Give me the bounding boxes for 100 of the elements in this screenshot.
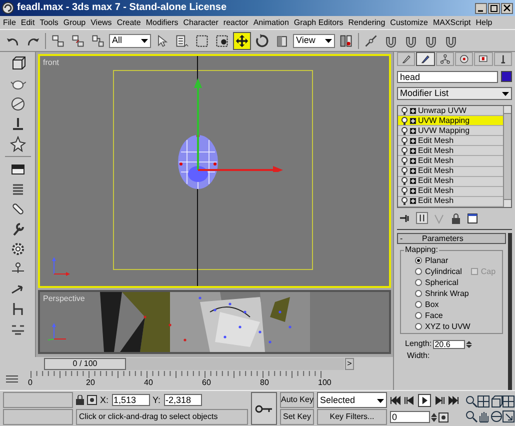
stack-item[interactable]: Edit Mesh bbox=[398, 196, 503, 207]
go-to-end-icon[interactable] bbox=[448, 396, 459, 404]
go-to-start-icon[interactable] bbox=[390, 396, 401, 404]
expand-icon[interactable] bbox=[410, 158, 416, 164]
expand-icon[interactable] bbox=[410, 168, 416, 174]
bulb-icon[interactable] bbox=[401, 106, 408, 115]
auto-key-button[interactable]: Auto Key bbox=[280, 392, 314, 408]
bulb-icon[interactable] bbox=[401, 116, 408, 125]
time-slider-thumb[interactable]: 0 / 100 bbox=[44, 358, 126, 370]
stack-item[interactable]: Edit Mesh bbox=[398, 166, 503, 177]
bulb-icon[interactable] bbox=[401, 167, 408, 176]
expand-icon[interactable] bbox=[410, 128, 416, 134]
frame-field[interactable]: 0 bbox=[390, 411, 430, 423]
zoom-icon[interactable] bbox=[465, 410, 478, 422]
radio-button[interactable] bbox=[415, 257, 422, 264]
zoom-icon[interactable] bbox=[465, 394, 478, 408]
next-frame-icon[interactable] bbox=[434, 396, 445, 404]
curve-editor-icon[interactable] bbox=[5, 374, 19, 384]
minimize-icon[interactable] bbox=[475, 2, 487, 14]
grid-icon[interactable] bbox=[502, 394, 515, 408]
lock-icon[interactable] bbox=[451, 212, 461, 224]
radio-button[interactable] bbox=[415, 268, 422, 275]
menu-item[interactable]: MAXScript bbox=[432, 18, 471, 26]
bulb-icon[interactable] bbox=[401, 197, 408, 206]
object-name-field[interactable]: head bbox=[397, 71, 498, 83]
script-field[interactable] bbox=[3, 392, 73, 408]
radio-button[interactable] bbox=[415, 312, 422, 319]
menu-item[interactable]: Rendering bbox=[348, 18, 386, 26]
expand-icon[interactable] bbox=[410, 138, 416, 144]
bulb-icon[interactable] bbox=[401, 146, 408, 155]
menu-item[interactable]: Customize bbox=[390, 18, 428, 26]
menu-item[interactable]: Modifiers bbox=[146, 18, 178, 26]
pause-icon[interactable] bbox=[416, 212, 428, 224]
stack-item[interactable]: UVW Mapping bbox=[398, 116, 503, 126]
x-field[interactable]: 1,513 bbox=[112, 394, 150, 406]
expand-icon[interactable] bbox=[410, 118, 416, 124]
stack-item[interactable]: Edit Mesh bbox=[398, 186, 503, 197]
hierarchy-icon[interactable] bbox=[436, 52, 454, 66]
bulb-icon[interactable] bbox=[401, 177, 408, 186]
maximize-icon[interactable] bbox=[488, 2, 500, 14]
radio-button[interactable] bbox=[415, 290, 422, 297]
stack-item[interactable]: Edit Mesh bbox=[398, 136, 503, 146]
next-frame-button[interactable]: > bbox=[345, 358, 354, 370]
lock-icon[interactable] bbox=[76, 395, 84, 405]
menu-item[interactable]: Views bbox=[90, 18, 112, 26]
pencil-icon[interactable] bbox=[397, 52, 416, 66]
pin-icon[interactable] bbox=[399, 212, 410, 224]
radio-button[interactable] bbox=[415, 279, 422, 286]
menu-item[interactable]: Help bbox=[476, 18, 492, 26]
scrollbar[interactable] bbox=[508, 233, 512, 390]
menu-item[interactable]: Character bbox=[183, 18, 218, 26]
scrollbar[interactable] bbox=[503, 106, 511, 207]
orbit-icon[interactable] bbox=[490, 410, 502, 422]
move-icon[interactable] bbox=[233, 32, 251, 50]
menu-item[interactable]: Animation bbox=[253, 18, 289, 26]
sphere-icon[interactable] bbox=[10, 96, 26, 112]
maximize-icon[interactable] bbox=[502, 410, 515, 422]
modifier-list-dropdown[interactable]: Modifier List bbox=[397, 87, 512, 100]
menu-item[interactable]: Group bbox=[63, 18, 86, 26]
expand-icon[interactable] bbox=[410, 178, 416, 184]
y-field[interactable]: -2,318 bbox=[164, 394, 202, 406]
rotate-icon[interactable] bbox=[253, 32, 271, 50]
expand-icon[interactable] bbox=[410, 108, 416, 114]
menu-item[interactable]: reactor bbox=[223, 18, 248, 26]
stack-item[interactable]: Edit Mesh bbox=[398, 146, 503, 156]
track-bar[interactable]: 0 20 40 60 80 100 bbox=[24, 370, 379, 388]
hand-icon[interactable] bbox=[477, 410, 490, 422]
play-icon[interactable] bbox=[418, 394, 431, 406]
coordinate-system-dropdown[interactable]: View bbox=[293, 34, 335, 48]
grid-icon[interactable] bbox=[477, 394, 490, 408]
selection-filter-dropdown[interactable]: All bbox=[109, 34, 151, 48]
radio-button[interactable] bbox=[415, 323, 422, 330]
previous-frame-icon[interactable] bbox=[404, 396, 415, 404]
time-config-icon[interactable] bbox=[438, 412, 449, 422]
set-key-button[interactable]: Set Key bbox=[280, 409, 314, 425]
radio-button[interactable] bbox=[415, 301, 422, 308]
menu-item[interactable]: Tools bbox=[40, 18, 58, 26]
cube-icon[interactable] bbox=[490, 394, 502, 408]
stack-item[interactable]: Edit Mesh bbox=[398, 176, 503, 187]
object-color-swatch[interactable] bbox=[501, 71, 512, 82]
script-field[interactable] bbox=[3, 409, 73, 425]
gear-icon[interactable] bbox=[10, 241, 26, 257]
menu-item[interactable]: Create bbox=[116, 18, 141, 26]
expand-icon[interactable] bbox=[410, 148, 416, 154]
menu-item[interactable]: File bbox=[3, 18, 16, 26]
bulb-icon[interactable] bbox=[401, 126, 408, 135]
configure-icon[interactable] bbox=[467, 212, 478, 224]
close-icon[interactable] bbox=[501, 2, 513, 14]
monitor-icon[interactable] bbox=[474, 52, 493, 66]
menu-item[interactable]: Edit bbox=[20, 18, 35, 26]
key-mode-dropdown[interactable]: Selected bbox=[317, 392, 387, 408]
pencil-icon[interactable] bbox=[416, 52, 435, 66]
star-icon[interactable] bbox=[10, 136, 26, 152]
key-filters-button[interactable]: Key Filters... bbox=[317, 409, 387, 425]
bulb-icon[interactable] bbox=[401, 157, 408, 166]
menu-item[interactable]: Graph Editors bbox=[294, 18, 344, 26]
stack-item[interactable]: Edit Mesh bbox=[398, 156, 503, 167]
rollout-header[interactable]: - Parameters bbox=[397, 233, 506, 244]
cube-icon[interactable] bbox=[10, 56, 26, 72]
selection-icon[interactable] bbox=[87, 395, 97, 405]
